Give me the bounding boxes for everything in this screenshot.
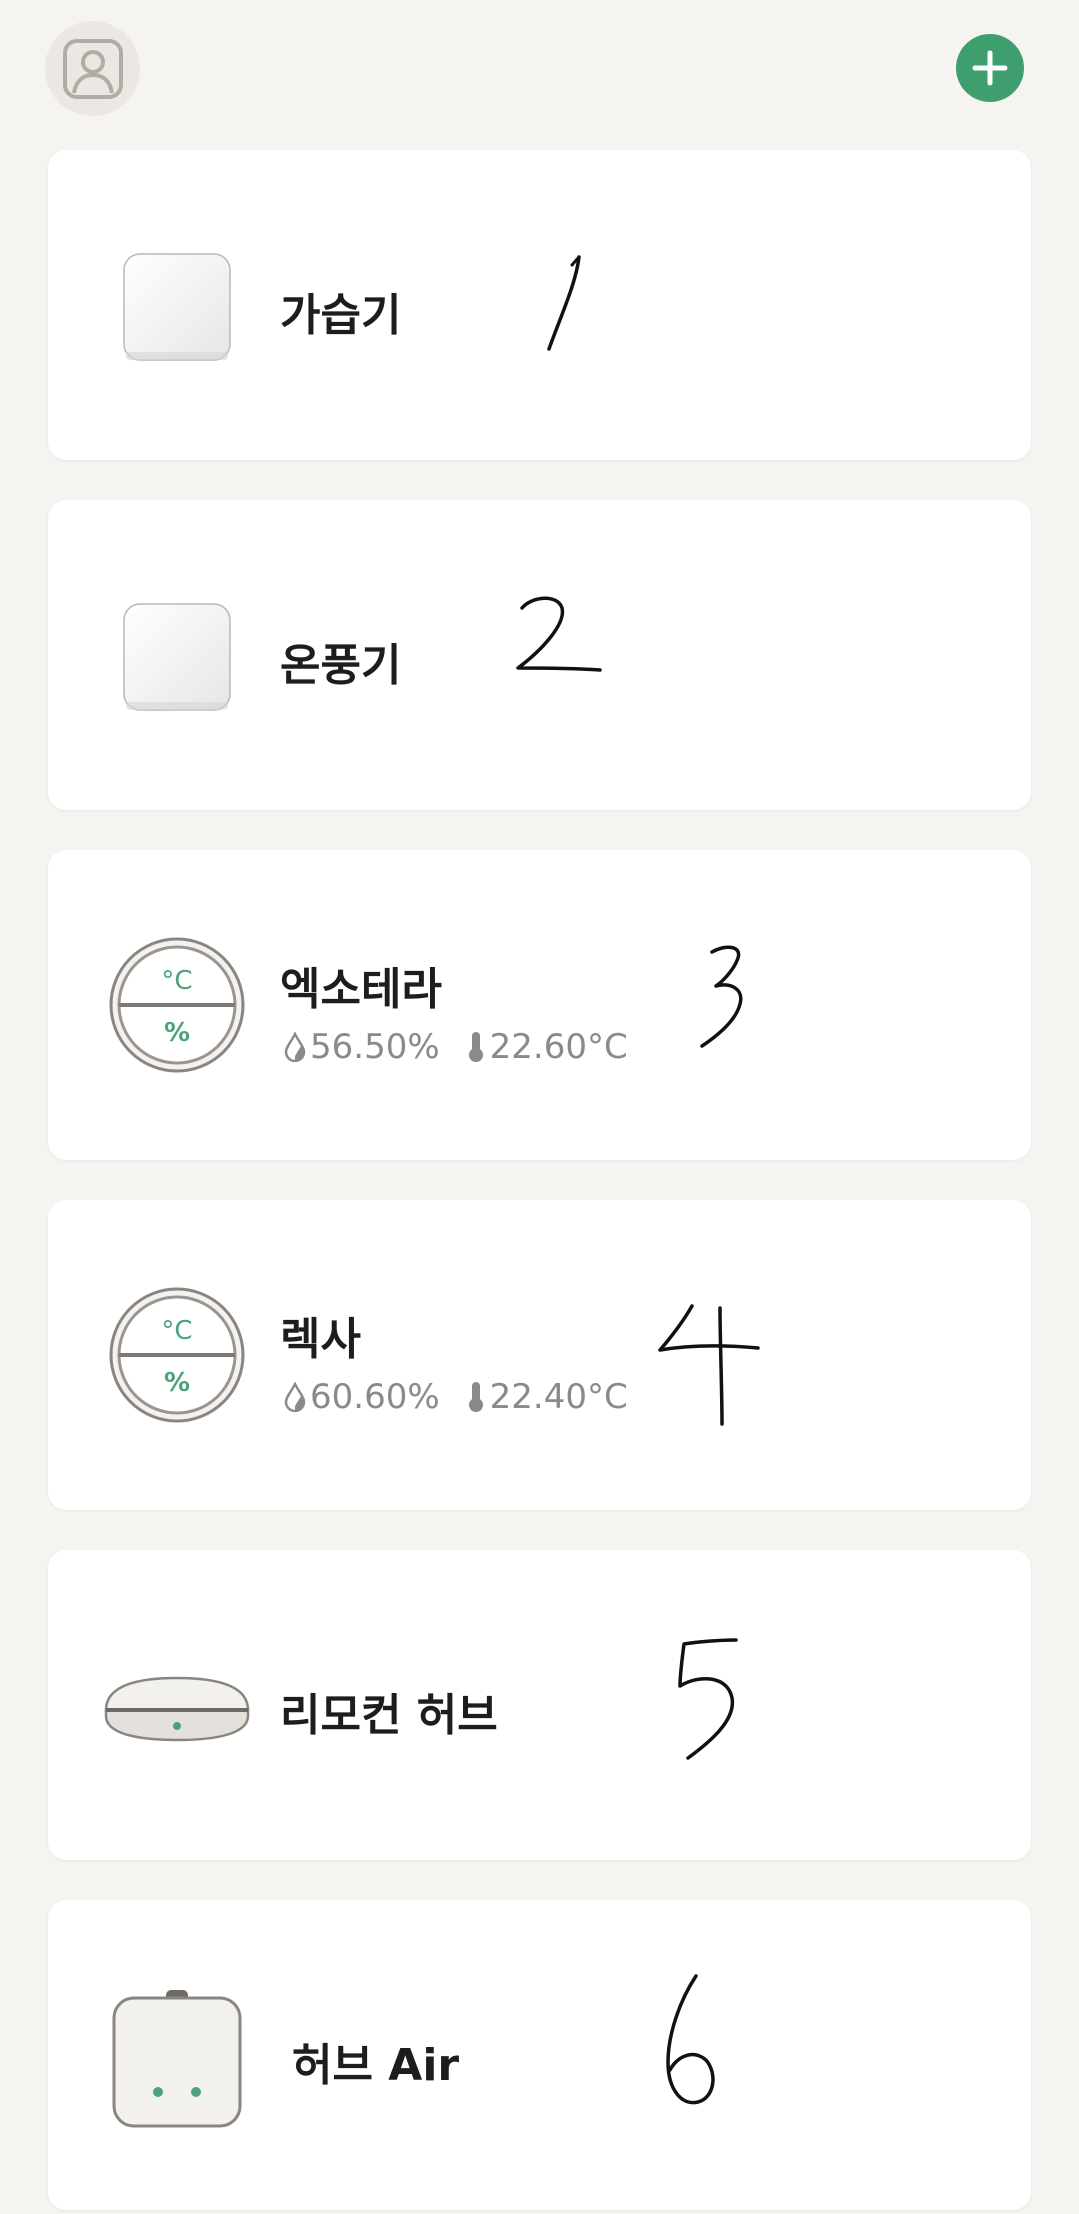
device-name: 엑소테라 (280, 964, 442, 1015)
sensor-readings: 60.60% 22.40°C (284, 1377, 654, 1417)
gauge-celsius-label: °C (161, 1316, 192, 1346)
remote-hub-icon (104, 1676, 250, 1742)
device-name: 온풍기 (280, 640, 402, 691)
plus-icon (972, 50, 1008, 86)
square-device-icon (123, 253, 231, 361)
device-card-exoterra[interactable]: °C % 엑소테라 56.50% 22.60°C (48, 850, 1031, 1160)
thermometer-icon (468, 1382, 483, 1412)
handwritten-annotation (678, 1638, 738, 1760)
person-portrait-icon (62, 38, 123, 99)
device-name: 가습기 (280, 290, 402, 341)
humidity-drop-icon (284, 1382, 306, 1412)
device-card-heater[interactable]: 온풍기 (48, 500, 1031, 810)
gauge-percent-label: % (164, 1018, 190, 1048)
device-card-lexa[interactable]: °C % 렉사 60.60% 22.40°C (48, 1200, 1031, 1510)
thermo-hygrometer-icon: °C % (109, 1287, 245, 1423)
thermometer-icon (468, 1032, 483, 1062)
humidity-drop-icon (284, 1032, 306, 1062)
handwritten-annotation (666, 1974, 715, 2105)
gauge-percent-label: % (164, 1368, 190, 1398)
temperature-value: 22.60°C (489, 1027, 628, 1067)
temperature-value: 22.40°C (489, 1377, 628, 1417)
thermo-hygrometer-icon: °C % (109, 937, 245, 1073)
gauge-celsius-label: °C (161, 966, 192, 996)
handwritten-annotation (658, 1304, 760, 1426)
square-device-icon (123, 603, 231, 711)
device-name: 렉사 (280, 1314, 361, 1365)
device-card-remote-hub[interactable]: 리모컨 허브 (48, 1550, 1031, 1860)
sensor-readings: 56.50% 22.60°C (284, 1027, 654, 1067)
hub-air-icon (112, 1990, 242, 2128)
device-name: 리모컨 허브 (280, 1690, 498, 1741)
humidity-value: 60.60% (310, 1377, 440, 1417)
device-card-humidifier[interactable]: 가습기 (48, 150, 1031, 460)
add-device-button[interactable] (956, 34, 1024, 102)
profile-button[interactable] (45, 21, 140, 116)
device-card-hub-air[interactable]: 허브 Air (48, 1900, 1031, 2210)
handwritten-annotation (516, 596, 602, 672)
humidity-value: 56.50% (310, 1027, 440, 1067)
top-bar (0, 0, 1079, 140)
handwritten-annotation (700, 945, 743, 1048)
handwritten-annotation (547, 255, 581, 351)
device-name: 허브 Air (292, 2040, 460, 2091)
